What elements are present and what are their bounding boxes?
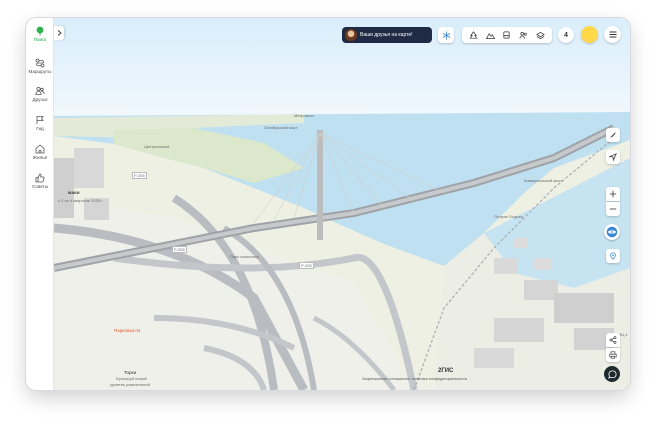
location-arrow-icon [609, 153, 617, 161]
friends-icon [35, 86, 45, 95]
sidebar: Поиск Маршруты Друзья Гид Жильё Советы [26, 18, 54, 390]
map-label[interactable]: Остров Отдыха [494, 214, 523, 219]
map-label[interactable]: Р-255 [172, 246, 187, 253]
thumb-up-icon [35, 173, 45, 183]
compass-icon [606, 226, 618, 238]
tree-layer-icon[interactable] [469, 30, 478, 40]
map-label[interactable]: Торки [124, 370, 136, 375]
map-label[interactable]: Коммунальный мост [524, 178, 562, 183]
chevron-right-icon [57, 30, 62, 36]
route-icon [35, 58, 45, 68]
avatar [345, 29, 357, 41]
ruler-icon [610, 132, 616, 138]
map-label[interactable]: Метромост [294, 113, 315, 118]
share-button[interactable] [606, 333, 620, 347]
zoom-in-button[interactable] [606, 187, 620, 201]
map-3d-view [54, 18, 630, 390]
printer-icon [609, 351, 617, 359]
map-3d-toggle-button[interactable] [606, 249, 620, 263]
weather-badge[interactable]: 4 [558, 27, 574, 43]
map-label[interactable]: Бронируй новый [116, 376, 147, 381]
flag-icon [36, 116, 44, 124]
sun-icon[interactable] [581, 26, 598, 43]
map-label[interactable]: Центральный [144, 144, 169, 149]
sidebar-collapse-button[interactable] [54, 26, 64, 40]
friends-on-map-banner[interactable]: Ваши друзья на карте! [342, 27, 432, 43]
map-label[interactable]: Парковка 04 [114, 328, 141, 333]
map-canvas[interactable]: Метромост Октябрьский мост Центральный Р… [54, 18, 630, 390]
map-label[interactable]: Парк сказочных [230, 254, 259, 259]
snowflake-icon [442, 30, 450, 40]
brand-logo: 2ГИС [438, 368, 454, 374]
ruler-button[interactable] [606, 128, 620, 142]
share-icon [609, 336, 617, 344]
map-label[interactable]: уровень развлечений [110, 382, 150, 387]
mountain-icon[interactable] [485, 31, 495, 40]
hamburger-menu-icon [609, 31, 616, 38]
people-icon[interactable] [519, 31, 528, 40]
map-label[interactable]: МАКИ [68, 190, 80, 195]
sidebar-item-housing[interactable]: Жильё [26, 144, 54, 160]
zoom-out-button[interactable] [606, 202, 620, 216]
map-label[interactable]: Октябрьский мост [264, 125, 298, 130]
chat-button[interactable] [604, 366, 620, 382]
sidebar-item-guide[interactable]: Гид [26, 115, 54, 131]
map-layers-toolbar [462, 27, 552, 43]
plus-icon [609, 190, 617, 198]
chat-bubble-icon [607, 369, 617, 379]
sidebar-item-label: Жильё [32, 155, 48, 160]
map-pin-icon [610, 252, 616, 260]
minus-icon [609, 208, 617, 210]
layers-icon[interactable] [536, 31, 545, 40]
home-icon [35, 144, 45, 154]
snowflake-button[interactable] [438, 27, 454, 43]
sidebar-item-label: Друзья [32, 97, 48, 102]
sidebar-item-label: Гид [36, 126, 44, 131]
menu-button[interactable] [604, 26, 621, 43]
sidebar-item-search[interactable]: Поиск [26, 26, 54, 42]
sidebar-item-friends[interactable]: Друзья [26, 86, 54, 102]
license-link[interactable]: Лицензионное соглашение, политика конфид… [362, 377, 467, 381]
app-window: Поиск Маршруты Друзья Гид Жильё Советы М… [26, 18, 630, 390]
print-button[interactable] [606, 348, 620, 362]
map-label[interactable]: Р-255 [299, 262, 314, 269]
tree-icon [36, 26, 44, 36]
sidebar-item-label: Поиск [33, 37, 47, 42]
map-label[interactable]: Р-255 [132, 172, 147, 179]
map-label[interactable]: с 2 по 4 квартале 2025 г [58, 198, 103, 203]
sidebar-item-label: Советы [31, 184, 49, 189]
bus-icon[interactable] [502, 31, 511, 40]
sidebar-item-tips[interactable]: Советы [26, 173, 54, 189]
sidebar-item-label: Маршруты [28, 69, 52, 74]
compass-button[interactable] [604, 224, 620, 240]
my-location-button[interactable] [606, 150, 620, 164]
friends-banner-text: Ваши друзья на карте! [360, 32, 413, 38]
sidebar-item-routes[interactable]: Маршруты [26, 58, 54, 74]
